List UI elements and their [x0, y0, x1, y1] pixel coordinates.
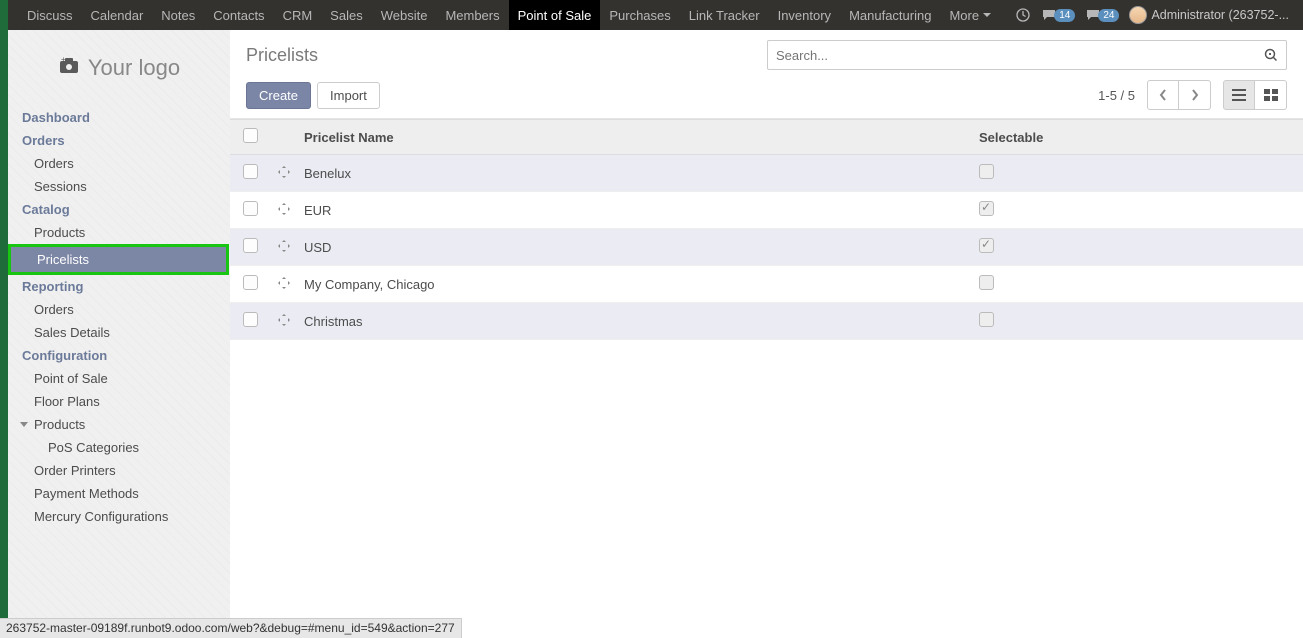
sidebar-section-orders[interactable]: Orders [8, 129, 230, 152]
pager-buttons [1147, 80, 1211, 110]
sidebar-section-reporting[interactable]: Reporting [8, 275, 230, 298]
selectable-checkbox [979, 164, 994, 179]
sidebar-item-pos-categories[interactable]: PoS Categories [8, 436, 230, 459]
camera-icon: + [58, 56, 80, 81]
top-nav-item-point-of-sale[interactable]: Point of Sale [509, 0, 601, 30]
drag-handle-icon[interactable] [278, 166, 290, 181]
status-bar: 263752-master-09189f.runbot9.odoo.com/we… [0, 618, 462, 638]
caret-down-icon [983, 13, 991, 17]
top-nav-item-link-tracker[interactable]: Link Tracker [680, 0, 769, 30]
sidebar-item-payment-methods[interactable]: Payment Methods [8, 482, 230, 505]
clock-icon[interactable] [1011, 7, 1035, 23]
sidebar: + Your logo DashboardOrdersOrdersSession… [8, 30, 230, 618]
table-row[interactable]: USD [230, 229, 1303, 266]
select-all-checkbox[interactable] [243, 128, 258, 143]
sidebar-section-dashboard[interactable]: Dashboard [8, 106, 230, 129]
view-kanban-button[interactable] [1255, 80, 1287, 110]
sidebar-item-products[interactable]: Products [8, 413, 230, 436]
cell-name: Christmas [298, 303, 973, 340]
row-checkbox[interactable] [243, 312, 258, 327]
selectable-checkbox [979, 312, 994, 327]
topnav-right: 14 24 Administrator (263752-... [1011, 6, 1303, 24]
selectable-checkbox [979, 238, 994, 253]
sidebar-item-order-printers[interactable]: Order Printers [8, 459, 230, 482]
table-row[interactable]: Christmas [230, 303, 1303, 340]
search-input[interactable] [768, 48, 1256, 63]
col-header-checkbox [230, 120, 270, 155]
sidebar-item-sessions[interactable]: Sessions [8, 175, 230, 198]
avatar [1129, 6, 1147, 24]
chat-badge-1: 14 [1054, 9, 1075, 22]
row-checkbox[interactable] [243, 238, 258, 253]
table-row[interactable]: EUR [230, 192, 1303, 229]
sidebar-item-floor-plans[interactable]: Floor Plans [8, 390, 230, 413]
search-expand-button[interactable] [1256, 47, 1286, 63]
user-menu[interactable]: Administrator (263752-... [1125, 6, 1293, 24]
col-header-handle [270, 120, 298, 155]
top-nav-item-discuss[interactable]: Discuss [18, 0, 82, 30]
selectable-checkbox [979, 275, 994, 290]
sidebar-item-products[interactable]: Products [8, 221, 230, 244]
sidebar-section-configuration[interactable]: Configuration [8, 344, 230, 367]
pager-next[interactable] [1179, 80, 1211, 110]
table-row[interactable]: My Company, Chicago [230, 266, 1303, 303]
sidebar-item-mercury-configurations[interactable]: Mercury Configurations [8, 505, 230, 528]
sidebar-active-highlight: Pricelists [8, 244, 229, 275]
import-button[interactable]: Import [317, 82, 380, 109]
drag-handle-icon[interactable] [278, 240, 290, 255]
table-wrap: Pricelist Name Selectable BeneluxEURUSDM… [230, 119, 1303, 618]
chat-badge-2: 24 [1098, 9, 1119, 22]
page-title: Pricelists [246, 45, 318, 66]
top-nav-item-contacts[interactable]: Contacts [204, 0, 273, 30]
cell-name: EUR [298, 192, 973, 229]
drag-handle-icon[interactable] [278, 314, 290, 329]
row-checkbox[interactable] [243, 201, 258, 216]
svg-text:+: + [61, 56, 66, 64]
chat-icon-2[interactable]: 24 [1081, 7, 1123, 23]
create-button[interactable]: Create [246, 82, 311, 109]
search-box[interactable] [767, 40, 1287, 70]
top-nav-item-inventory[interactable]: Inventory [769, 0, 840, 30]
top-nav-item-manufacturing[interactable]: Manufacturing [840, 0, 940, 30]
selectable-checkbox [979, 201, 994, 216]
col-header-name[interactable]: Pricelist Name [298, 120, 973, 155]
cell-name: USD [298, 229, 973, 266]
logo-text: Your logo [88, 55, 180, 81]
control-panel: Pricelists Create Import 1-5 / 5 [230, 30, 1303, 119]
logo-area[interactable]: + Your logo [8, 30, 230, 106]
pricelist-table: Pricelist Name Selectable BeneluxEURUSDM… [230, 119, 1303, 340]
sidebar-item-pricelists[interactable]: Pricelists [11, 247, 226, 272]
topnav-more-label: More [949, 8, 979, 23]
top-nav-item-members[interactable]: Members [436, 0, 508, 30]
top-nav-item-purchases[interactable]: Purchases [600, 0, 679, 30]
caret-down-icon [20, 422, 28, 427]
top-nav-item-calendar[interactable]: Calendar [82, 0, 153, 30]
chat-icon-1[interactable]: 14 [1037, 7, 1079, 23]
row-checkbox[interactable] [243, 275, 258, 290]
drag-handle-icon[interactable] [278, 277, 290, 292]
user-label: Administrator (263752-... [1151, 8, 1289, 22]
view-list-button[interactable] [1223, 80, 1255, 110]
top-nav-more[interactable]: More [940, 0, 1000, 30]
sidebar-item-point-of-sale[interactable]: Point of Sale [8, 367, 230, 390]
cell-name: My Company, Chicago [298, 266, 973, 303]
table-row[interactable]: Benelux [230, 155, 1303, 192]
top-nav-item-notes[interactable]: Notes [152, 0, 204, 30]
view-switcher [1223, 80, 1287, 110]
top-navbar: DiscussCalendarNotesContactsCRMSalesWebs… [0, 0, 1303, 30]
sidebar-section-catalog[interactable]: Catalog [8, 198, 230, 221]
sidebar-item-orders[interactable]: Orders [8, 152, 230, 175]
cell-name: Benelux [298, 155, 973, 192]
row-checkbox[interactable] [243, 164, 258, 179]
content: Pricelists Create Import 1-5 / 5 [230, 30, 1303, 618]
sidebar-item-sales-details[interactable]: Sales Details [8, 321, 230, 344]
col-header-selectable[interactable]: Selectable [973, 120, 1303, 155]
drag-handle-icon[interactable] [278, 203, 290, 218]
top-nav-item-website[interactable]: Website [372, 0, 437, 30]
top-nav-item-crm[interactable]: CRM [274, 0, 322, 30]
sidebar-item-orders[interactable]: Orders [8, 298, 230, 321]
pager-prev[interactable] [1147, 80, 1179, 110]
top-nav-item-sales[interactable]: Sales [321, 0, 372, 30]
pager-text[interactable]: 1-5 / 5 [1098, 88, 1135, 103]
